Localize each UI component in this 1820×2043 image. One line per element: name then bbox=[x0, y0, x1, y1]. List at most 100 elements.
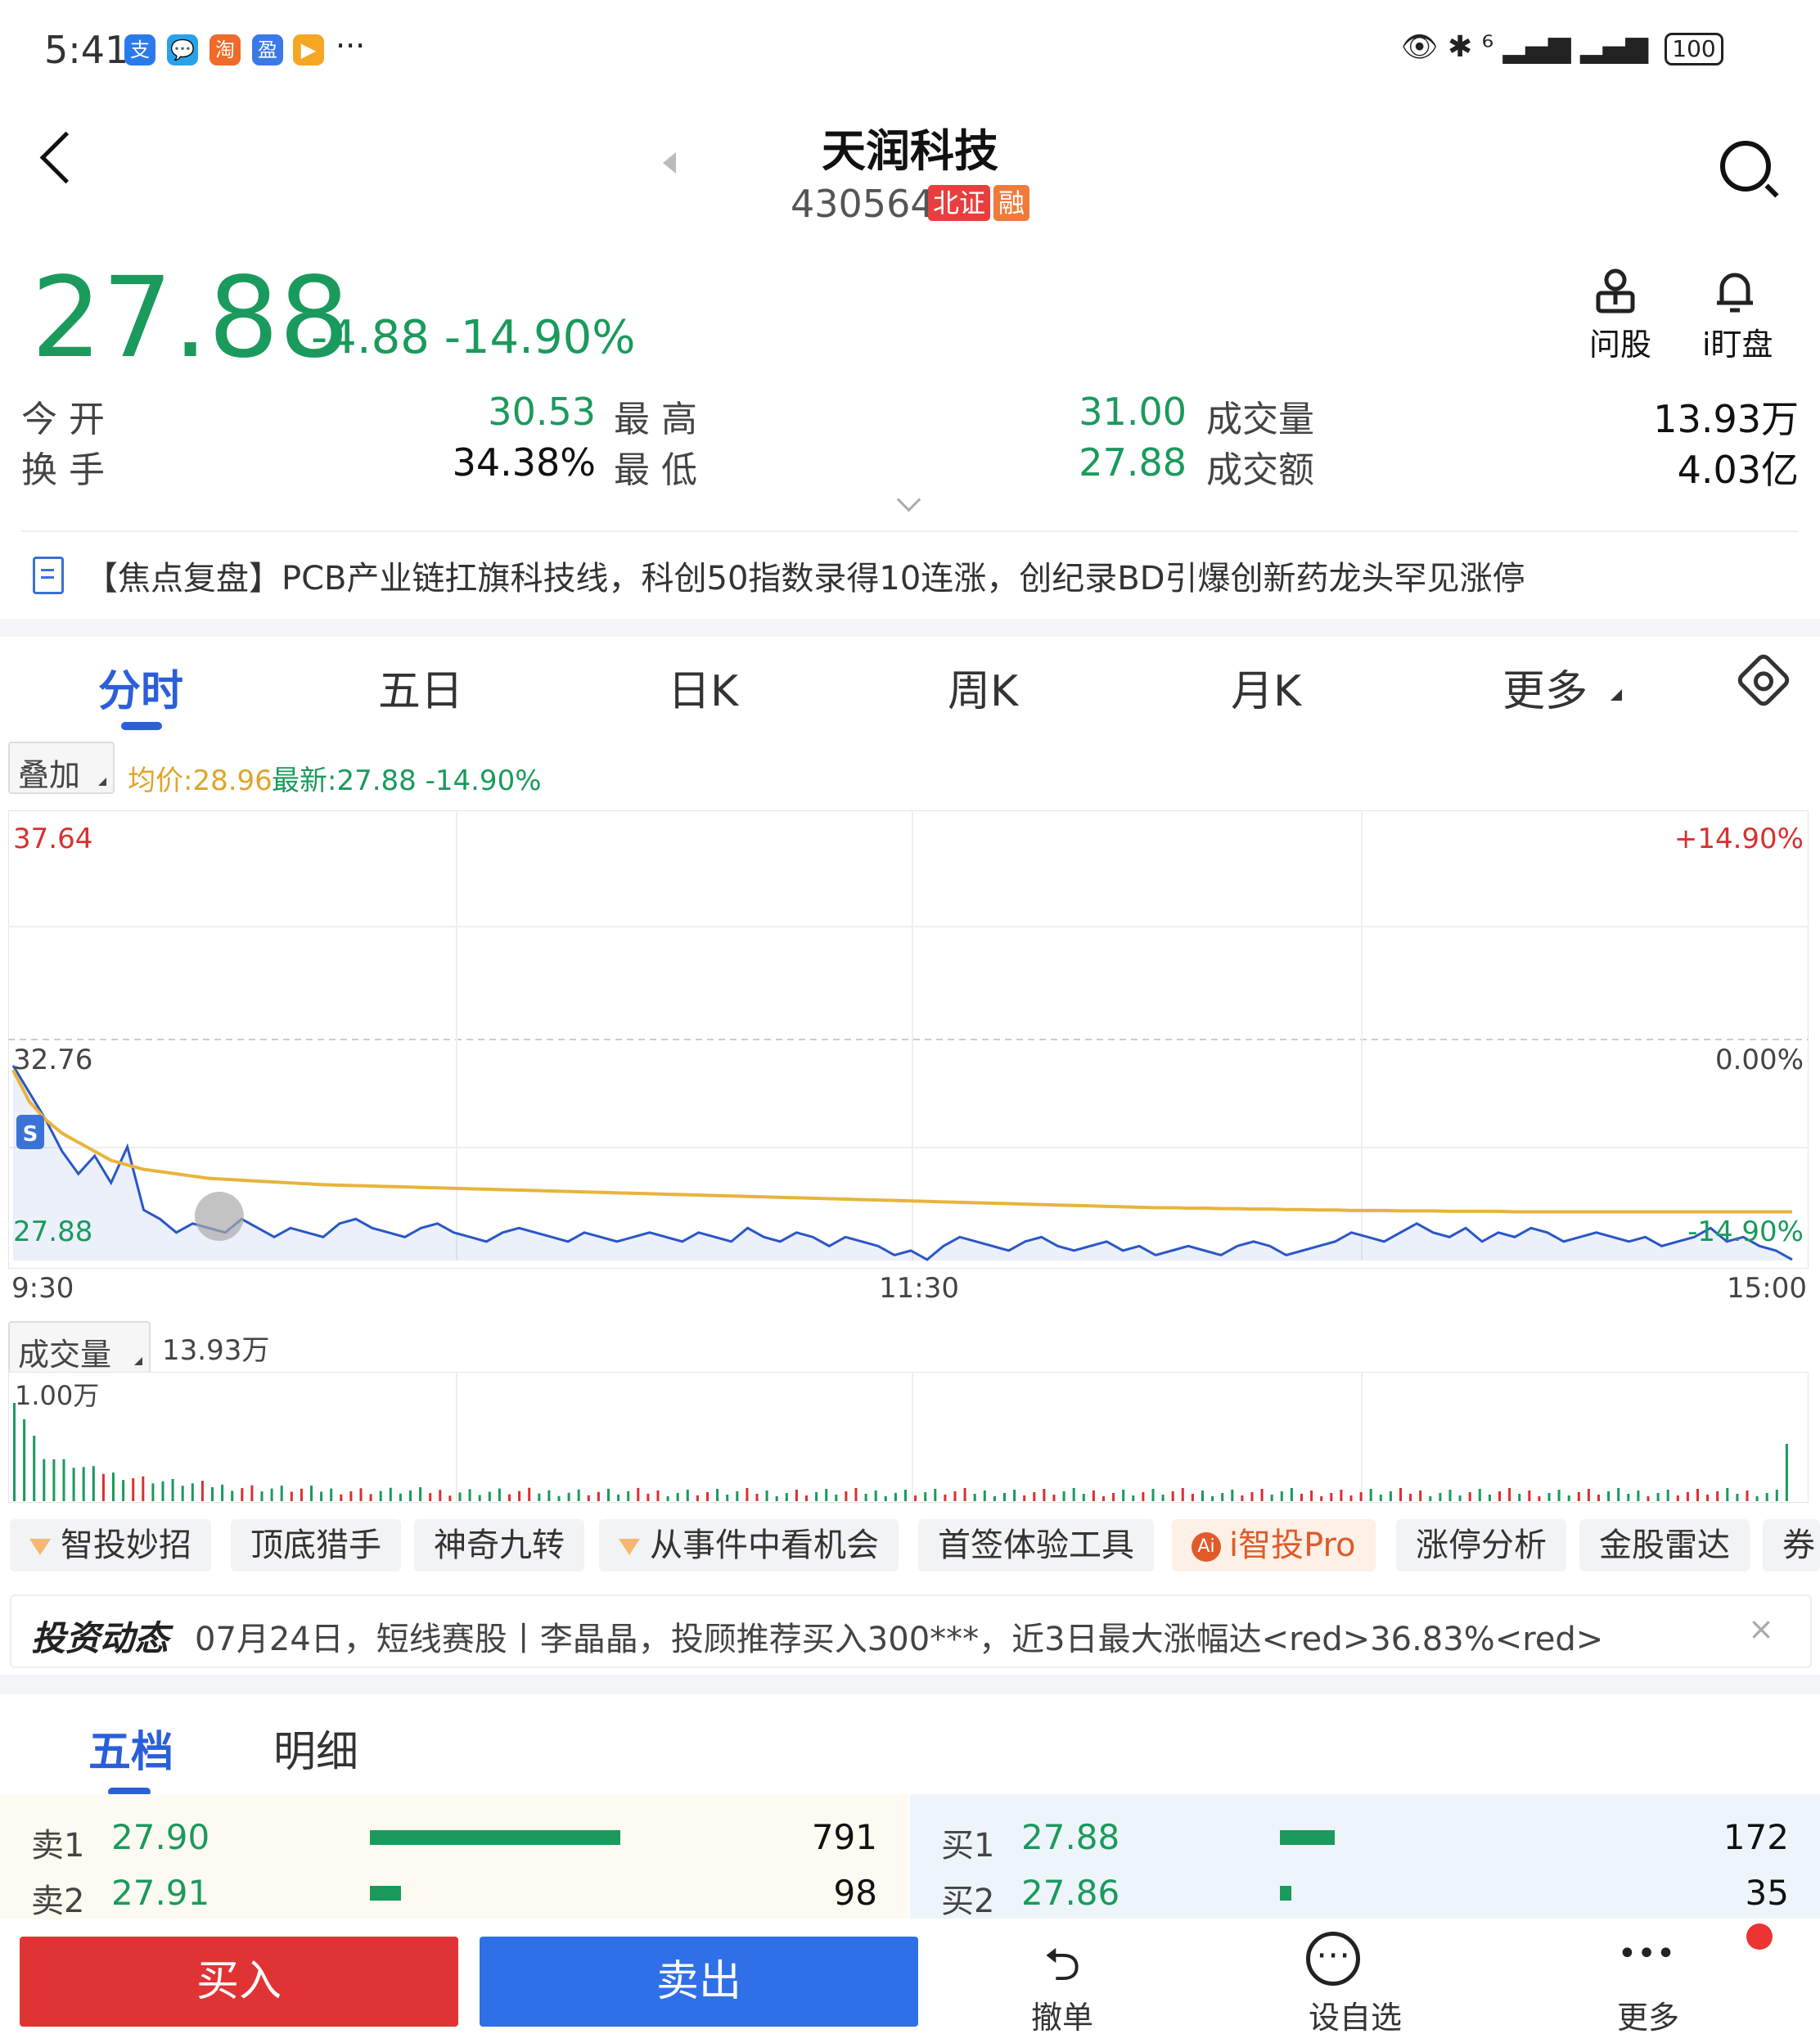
volume-bar bbox=[1726, 1488, 1729, 1501]
volume-bar bbox=[795, 1489, 798, 1501]
more-dropdown-icon bbox=[1611, 689, 1622, 701]
tab-daily-k[interactable]: 日K bbox=[668, 656, 738, 718]
volume-bar bbox=[1359, 1491, 1363, 1501]
chip-magic-nine[interactable]: 神奇九转 bbox=[414, 1519, 584, 1572]
volume-bar bbox=[112, 1472, 115, 1501]
volume-bar bbox=[1656, 1493, 1660, 1501]
close-icon[interactable]: × bbox=[1748, 1611, 1774, 1647]
watch-button[interactable] bbox=[1710, 267, 1768, 319]
tab-five-levels[interactable]: 五档 bbox=[88, 1717, 173, 1779]
more-label[interactable]: 更多 bbox=[1583, 1992, 1714, 2037]
buy1-volume: 172 bbox=[1723, 1817, 1789, 1857]
tab-weekly-k[interactable]: 周K bbox=[948, 656, 1018, 718]
volume-bar bbox=[241, 1488, 244, 1501]
volume-bar bbox=[953, 1491, 957, 1501]
volume-bar bbox=[1746, 1491, 1749, 1501]
market-tag: 北证 bbox=[928, 185, 991, 221]
tab-monthly-k[interactable]: 月K bbox=[1231, 656, 1301, 718]
chip-limit-up[interactable]: 涨停分析 bbox=[1396, 1519, 1566, 1572]
tab-intraday[interactable]: 分时 bbox=[98, 656, 183, 718]
volume-bar bbox=[1389, 1491, 1392, 1501]
volume-bar bbox=[270, 1488, 273, 1501]
volume-scale-label: 1.00万 bbox=[15, 1380, 99, 1411]
ask-stock-label[interactable]: 问股 bbox=[1589, 319, 1651, 364]
buy-button[interactable]: 买入 bbox=[20, 1937, 458, 2027]
volume-bar bbox=[1785, 1444, 1788, 1501]
buy2-price[interactable]: 27.86 bbox=[1021, 1873, 1119, 1913]
volume-bar bbox=[914, 1495, 917, 1501]
volume-bar bbox=[1033, 1491, 1036, 1501]
chip-label: 首签体验工具 bbox=[938, 1527, 1134, 1564]
sell1-label: 卖1 bbox=[31, 1827, 85, 1865]
volume-bar bbox=[1716, 1491, 1719, 1501]
volume-bar bbox=[1122, 1489, 1125, 1501]
volume-bar bbox=[1755, 1496, 1759, 1501]
chip-label: 券 bbox=[1782, 1527, 1815, 1564]
volume-bar bbox=[1478, 1489, 1481, 1501]
alipay-icon: 支 bbox=[124, 34, 155, 65]
volume-bar bbox=[1151, 1488, 1155, 1501]
chart-settings-icon[interactable] bbox=[1734, 651, 1793, 710]
pct-max-label: +14.90% bbox=[1674, 823, 1804, 855]
volume-bar bbox=[1567, 1495, 1570, 1501]
ask-stock-button[interactable] bbox=[1591, 267, 1665, 319]
sell2-volume-bar bbox=[370, 1886, 401, 1901]
sell1-price[interactable]: 27.90 bbox=[111, 1817, 209, 1857]
volume-bar bbox=[1320, 1495, 1323, 1501]
active-tab-indicator bbox=[121, 722, 162, 730]
chip-smart-tips[interactable]: 智投妙招 bbox=[10, 1519, 211, 1572]
volume-bar bbox=[340, 1494, 343, 1501]
overlay-button[interactable]: 叠加 bbox=[8, 742, 115, 794]
search-icon[interactable] bbox=[1720, 141, 1771, 192]
investment-news-banner[interactable]: 投资动态 07月24日，短线赛股丨李晶晶，投顾推荐买入300***，近3日最大涨… bbox=[10, 1594, 1812, 1668]
volume-indicator-button[interactable]: 成交量 bbox=[8, 1321, 151, 1373]
volume-bar bbox=[746, 1487, 749, 1501]
hide-marker-icon[interactable] bbox=[195, 1192, 244, 1241]
more-icon[interactable]: ••• bbox=[1597, 1935, 1696, 1973]
volume-bar bbox=[1013, 1489, 1016, 1501]
chip-ai-pro[interactable]: Ai i智投Pro bbox=[1172, 1519, 1376, 1572]
buy1-price[interactable]: 27.88 bbox=[1021, 1817, 1119, 1857]
volume-bar bbox=[1142, 1491, 1145, 1501]
volume-bar bbox=[1587, 1489, 1590, 1501]
volume-bar bbox=[330, 1488, 333, 1501]
volume-bar bbox=[1379, 1495, 1382, 1501]
sell2-volume: 98 bbox=[833, 1873, 877, 1913]
volume-bar bbox=[211, 1486, 214, 1501]
tab-more[interactable]: 更多 bbox=[1502, 656, 1588, 718]
sell2-price[interactable]: 27.91 bbox=[111, 1873, 209, 1913]
volume-bar bbox=[1221, 1492, 1224, 1501]
low-value: 27.88 bbox=[1079, 440, 1187, 485]
volume-chart[interactable]: 1.00万 bbox=[8, 1372, 1809, 1503]
volume-bar bbox=[369, 1494, 372, 1501]
volume-bar bbox=[1627, 1494, 1630, 1501]
tab-detail[interactable]: 明细 bbox=[273, 1717, 358, 1779]
chip-trial-tool[interactable]: 首签体验工具 bbox=[918, 1519, 1154, 1572]
volume-bar bbox=[82, 1467, 85, 1501]
chip-event-opportunity[interactable]: 从事件中看机会 bbox=[599, 1519, 899, 1572]
watch-label[interactable]: i盯盘 bbox=[1702, 319, 1773, 364]
taobao-icon: 淘 bbox=[209, 34, 241, 65]
chip-coupon[interactable]: 券 bbox=[1763, 1519, 1820, 1572]
volume-bar bbox=[993, 1495, 996, 1501]
volume-bar bbox=[280, 1486, 283, 1501]
volume-bar bbox=[1290, 1487, 1293, 1501]
add-watchlist-icon[interactable]: ⋯ bbox=[1306, 1932, 1360, 1986]
chip-top-bottom[interactable]: 顶底猎手 bbox=[231, 1519, 401, 1572]
cancel-order-label[interactable]: 撤单 bbox=[997, 1992, 1128, 2037]
sell-button[interactable]: 卖出 bbox=[480, 1937, 918, 2027]
news-headline[interactable]: 【焦点复盘】PCB产业链扛旗科技线，科创50指数录得10连涨，创纪录BD引爆创新… bbox=[85, 552, 1525, 599]
add-watchlist-label[interactable]: 设自选 bbox=[1290, 1992, 1421, 2037]
expand-stats-icon[interactable] bbox=[896, 487, 921, 512]
chip-label: 智投妙招 bbox=[61, 1527, 191, 1564]
volume-bar bbox=[200, 1481, 204, 1501]
intraday-price-chart[interactable]: 37.64 32.76 27.88 +14.90% 0.00% -14.90% … bbox=[8, 810, 1809, 1269]
stock-code: 430564 bbox=[791, 182, 935, 226]
tab-five-day[interactable]: 五日 bbox=[378, 656, 463, 718]
buy2-volume: 35 bbox=[1745, 1873, 1789, 1913]
volume-bar bbox=[1686, 1492, 1689, 1501]
chip-gold-radar[interactable]: 金股雷达 bbox=[1579, 1519, 1750, 1572]
volume-bar bbox=[567, 1492, 570, 1501]
news-icon bbox=[33, 557, 64, 594]
volume-bar bbox=[488, 1491, 491, 1501]
